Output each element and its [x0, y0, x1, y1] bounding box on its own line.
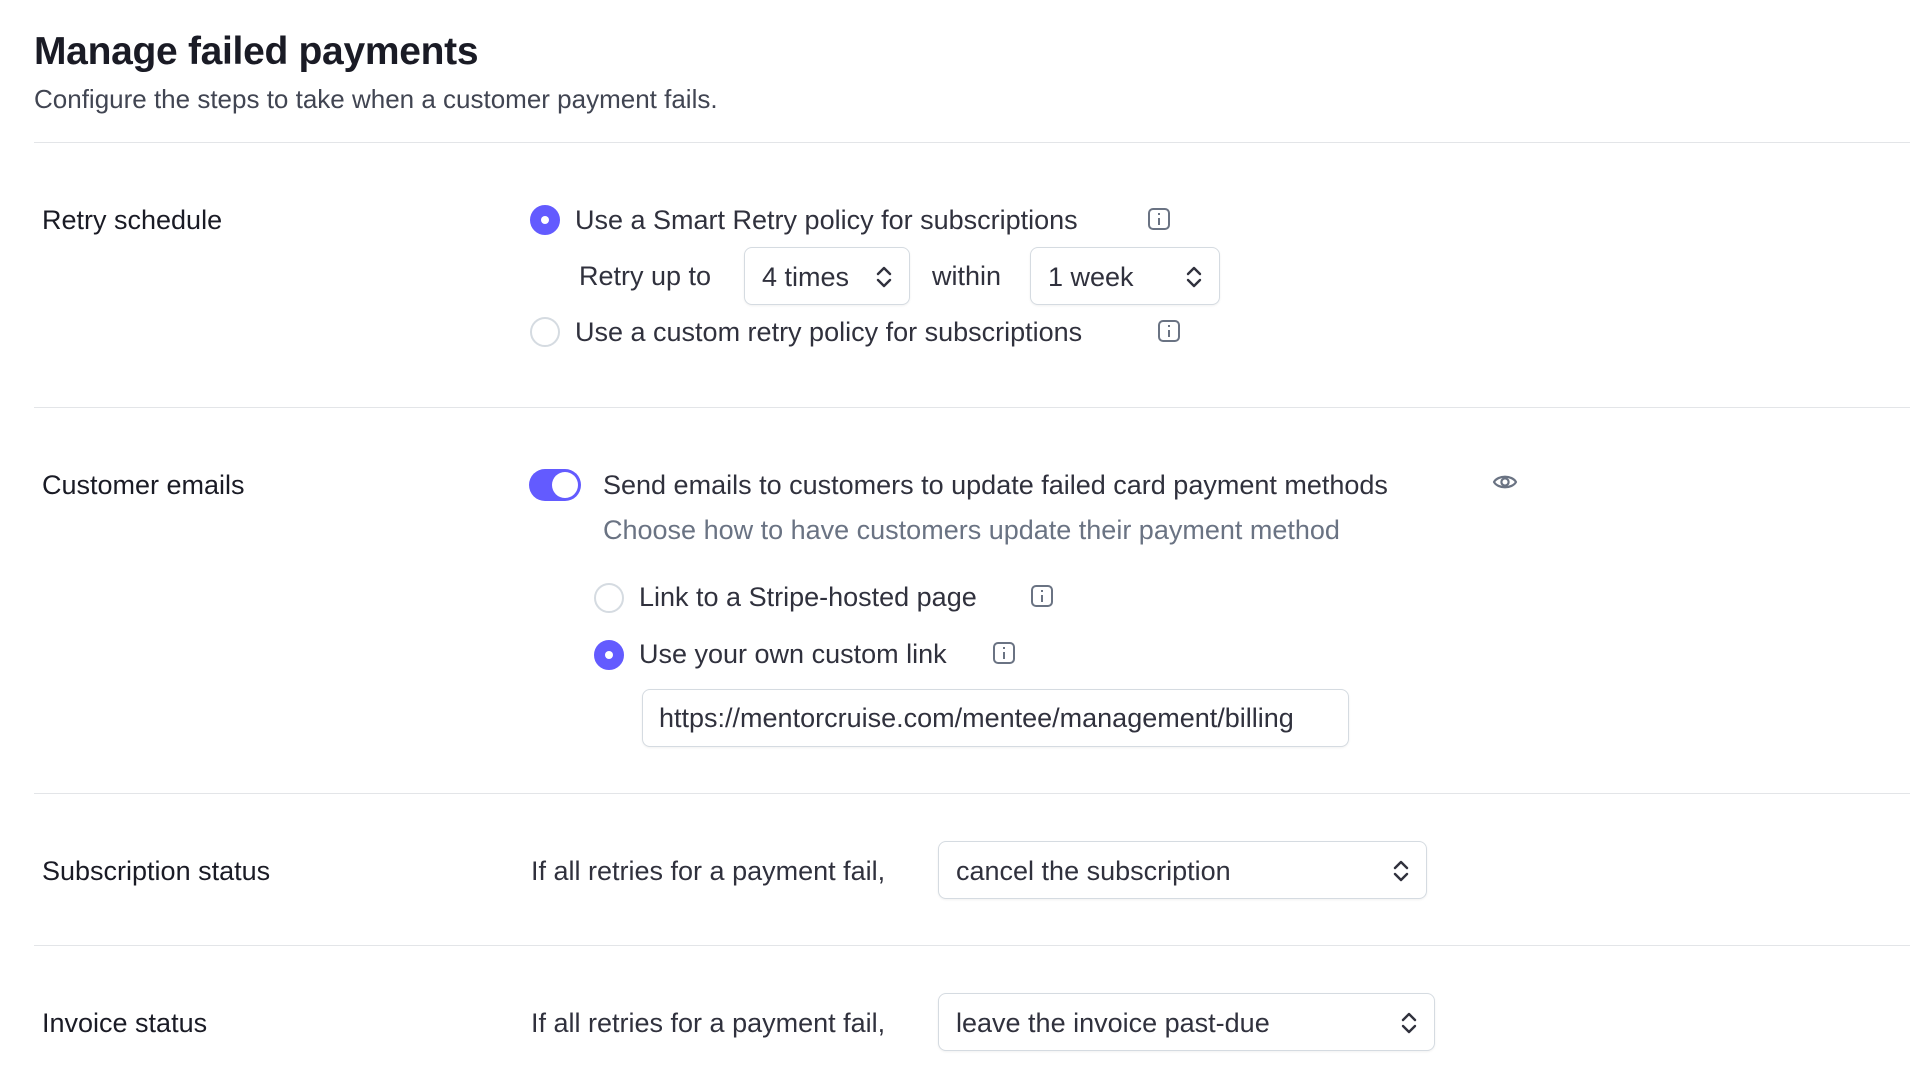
info-icon[interactable] — [1148, 208, 1170, 230]
page-subtitle: Configure the steps to take when a custo… — [34, 84, 718, 114]
invoice-status-value: leave the invoice past-due — [956, 1008, 1270, 1038]
smart-retry-radio[interactable] — [530, 205, 560, 235]
retry-schedule-label: Retry schedule — [42, 205, 223, 235]
custom-link-radio[interactable] — [594, 640, 624, 670]
chevron-up-down-icon — [1186, 266, 1202, 288]
info-icon[interactable] — [1158, 320, 1180, 342]
update-method-description: Choose how to have customers update thei… — [603, 515, 1340, 545]
custom-retry-label[interactable]: Use a custom retry policy for subscripti… — [575, 317, 1082, 348]
stripe-hosted-radio[interactable] — [594, 583, 624, 613]
customer-emails-label: Customer emails — [42, 470, 245, 500]
subscription-status-prefix: If all retries for a payment fail, — [531, 856, 886, 886]
info-icon[interactable] — [993, 642, 1015, 664]
custom-link-input[interactable] — [642, 689, 1349, 747]
info-icon[interactable] — [1031, 585, 1053, 607]
chevron-up-down-icon — [1393, 860, 1409, 882]
stripe-hosted-label[interactable]: Link to a Stripe-hosted page — [639, 582, 977, 613]
section-divider — [34, 142, 1910, 143]
subscription-status-value: cancel the subscription — [956, 856, 1231, 886]
subscription-status-select[interactable]: cancel the subscription — [938, 841, 1427, 899]
retry-period-select[interactable]: 1 week — [1030, 247, 1220, 305]
chevron-up-down-icon — [876, 266, 892, 288]
eye-icon[interactable] — [1492, 472, 1518, 492]
retry-times-value: 4 times — [762, 262, 850, 292]
section-divider — [34, 407, 1910, 408]
chevron-up-down-icon — [1401, 1012, 1417, 1034]
invoice-status-label: Invoice status — [42, 1008, 208, 1038]
custom-retry-radio[interactable] — [530, 317, 560, 347]
subscription-status-label: Subscription status — [42, 856, 271, 886]
invoice-status-select[interactable]: leave the invoice past-due — [938, 993, 1435, 1051]
retry-prefix-text: Retry up to — [579, 261, 712, 291]
smart-retry-label[interactable]: Use a Smart Retry policy for subscriptio… — [575, 205, 1078, 236]
page-title: Manage failed payments — [34, 30, 479, 73]
retry-period-value: 1 week — [1048, 262, 1134, 292]
send-emails-label: Send emails to customers to update faile… — [603, 470, 1388, 500]
within-text: within — [932, 261, 1002, 291]
retry-times-select[interactable]: 4 times — [744, 247, 910, 305]
custom-link-label[interactable]: Use your own custom link — [639, 639, 947, 670]
send-emails-toggle[interactable] — [529, 469, 581, 501]
invoice-status-prefix: If all retries for a payment fail, — [531, 1008, 886, 1038]
section-divider — [34, 945, 1910, 946]
section-divider — [34, 793, 1910, 794]
